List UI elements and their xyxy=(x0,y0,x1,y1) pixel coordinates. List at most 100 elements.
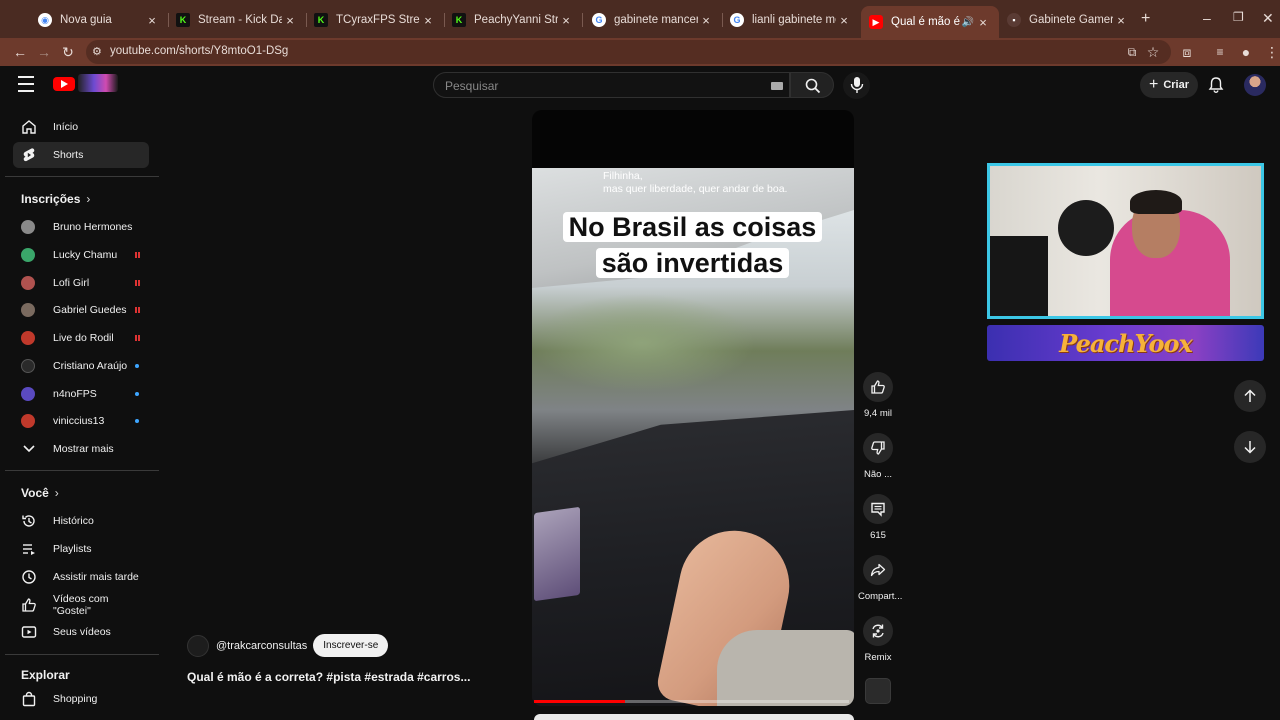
sidebar-item-inicio[interactable]: Início xyxy=(13,114,149,140)
minimize-icon[interactable]: – xyxy=(1203,10,1211,26)
close-icon[interactable]: × xyxy=(1113,13,1129,28)
address-bar[interactable]: ⚙ youtube.com/shorts/Y8mtoO1-DSg xyxy=(86,40,1171,64)
close-icon[interactable]: × xyxy=(558,13,574,28)
sidebar-item-videos-gostei[interactable]: Vídeos com "Gostei" xyxy=(13,592,149,618)
sidebar-item-gabriel-guedes[interactable]: Gabriel Guedes xyxy=(13,297,149,323)
share-button[interactable] xyxy=(863,555,893,585)
sidebar-item-assistir-mais-tarde[interactable]: Assistir mais tarde xyxy=(13,564,149,590)
restore-icon[interactable]: ❐ xyxy=(1233,10,1244,24)
share-icon xyxy=(870,563,886,577)
tab-kick-dashboard[interactable]: K Stream - Kick Dashboard × xyxy=(168,6,306,34)
youtube-logo-icon[interactable] xyxy=(53,77,75,91)
sidebar-item-viniccius13[interactable]: viniccius13 xyxy=(13,408,149,434)
channel-row: @trakcarconsultas Inscrever-se xyxy=(187,634,389,657)
video-progress-bar[interactable] xyxy=(534,700,849,703)
tab-lianli-gabinete[interactable]: G lianli gabinete modelo ev × xyxy=(722,6,860,34)
back-icon[interactable]: ← xyxy=(10,42,30,62)
show-more-button[interactable]: Mostrar mais xyxy=(13,436,149,462)
subscribe-button[interactable]: Inscrever-se xyxy=(313,634,389,657)
sidebar-item-playlists[interactable]: Playlists xyxy=(13,536,149,562)
media-control-icon[interactable]: ≡ xyxy=(1210,42,1230,62)
like-action[interactable]: 9,4 mil xyxy=(858,372,898,419)
close-icon[interactable]: × xyxy=(420,13,436,28)
sidebar-item-n4nofps[interactable]: n4noFPS xyxy=(13,381,149,407)
live-icon xyxy=(134,335,141,341)
tab-youtube-active[interactable]: ▶ Qual é mão é a corret 🔊 × xyxy=(861,6,999,38)
profile-icon[interactable]: ● xyxy=(1236,42,1256,62)
channel-name: Live do Rodil xyxy=(53,332,114,344)
search-box[interactable]: Pesquisar xyxy=(433,72,790,98)
like-button[interactable] xyxy=(863,372,893,402)
video-title[interactable]: Qual é mão é a correta? #pista #estrada … xyxy=(187,670,470,684)
close-icon[interactable]: × xyxy=(144,13,160,28)
sidebar-item-live-do-rodil[interactable]: Live do Rodil xyxy=(13,325,149,351)
live-icon xyxy=(134,307,141,313)
extensions-icon[interactable]: ⧈ xyxy=(1177,42,1197,62)
plus-icon: + xyxy=(1148,76,1159,93)
comments-action[interactable]: 615 xyxy=(858,494,898,541)
hamburger-menu-icon[interactable] xyxy=(18,76,40,92)
tab-tcyraxfps[interactable]: K TCyraxFPS Stream - Watc × xyxy=(306,6,444,34)
dislike-button[interactable] xyxy=(863,433,893,463)
sidebar-item-label: Assistir mais tarde xyxy=(53,571,139,583)
reload-icon[interactable]: ↻ xyxy=(58,42,78,62)
tab-peachyyanni[interactable]: K PeachyYanni Stream - Wa × xyxy=(444,6,582,34)
speaker-icon[interactable]: 🔊 xyxy=(961,17,975,28)
playlist-icon xyxy=(21,541,37,557)
dislike-action[interactable]: Não ... xyxy=(858,433,898,480)
sidebar-item-shopping[interactable]: Shopping xyxy=(13,686,149,712)
close-icon[interactable]: × xyxy=(698,13,714,28)
bookmark-star-icon[interactable]: ☆ xyxy=(1143,42,1163,62)
remix-button[interactable] xyxy=(863,616,893,646)
streamer-webcam xyxy=(987,163,1264,319)
tab-nova-guia[interactable]: ◉ Nova guia × xyxy=(30,6,168,34)
keyboard-icon[interactable] xyxy=(771,82,783,90)
sidebar-item-historico[interactable]: Histórico xyxy=(13,508,149,534)
account-avatar[interactable] xyxy=(1244,74,1266,96)
next-short-button[interactable] xyxy=(1234,431,1266,463)
doodle-logo-art[interactable] xyxy=(78,74,118,92)
sidebar: Início Shorts Inscrições › Bruno Hermones… xyxy=(0,104,160,720)
thumbs-down-icon xyxy=(871,441,885,455)
live-icon xyxy=(134,280,141,286)
install-app-icon[interactable]: ⧉ xyxy=(1122,42,1142,62)
video-caption-big: No Brasil as coisas são invertidas xyxy=(556,209,829,281)
close-icon[interactable]: × xyxy=(282,13,298,28)
channel-name[interactable]: @trakcarconsultas xyxy=(216,640,307,652)
comments-button[interactable] xyxy=(863,494,893,524)
remix-action[interactable]: Remix xyxy=(858,616,898,663)
sidebar-item-shorts[interactable]: Shorts xyxy=(13,142,149,168)
notifications-bell-icon[interactable] xyxy=(1207,76,1225,94)
close-window-icon[interactable]: ✕ xyxy=(1262,10,1274,27)
tab-gabinete-mancer[interactable]: G gabinete mancer cv 500 m × xyxy=(584,6,722,34)
audio-source-thumbnail[interactable] xyxy=(865,678,891,704)
close-icon[interactable]: × xyxy=(975,15,991,30)
tab-title: gabinete mancer cv 500 m xyxy=(614,14,698,26)
tab-gabinete-gamer[interactable]: ▪ Gabinete Gamer Lian Li O × xyxy=(999,6,1137,34)
next-short-preview xyxy=(534,714,854,720)
voice-search-button[interactable] xyxy=(843,72,870,99)
sidebar-item-seus-videos[interactable]: Seus vídeos xyxy=(13,619,149,645)
new-tab-icon[interactable]: + xyxy=(1141,10,1150,28)
sidebar-item-label: Seus vídeos xyxy=(53,626,111,638)
search-button[interactable] xyxy=(790,72,834,98)
browser-menu-icon[interactable]: ⋮ xyxy=(1262,42,1280,62)
you-header[interactable]: Você › xyxy=(21,486,59,500)
subscriptions-header[interactable]: Inscrições › xyxy=(21,192,90,206)
shorts-video-player[interactable]: Filhinha, mas quer liberdade, quer andar… xyxy=(532,110,854,706)
sidebar-item-lofi-girl[interactable]: Lofi Girl xyxy=(13,270,149,296)
shorts-icon xyxy=(21,147,37,163)
channel-avatar[interactable] xyxy=(187,634,209,657)
forward-icon[interactable]: → xyxy=(34,42,54,62)
sidebar-item-lucky-chamu[interactable]: Lucky Chamu xyxy=(13,242,149,268)
previous-short-button[interactable] xyxy=(1234,380,1266,412)
avatar xyxy=(21,276,35,290)
sidebar-item-label: Vídeos com "Gostei" xyxy=(53,593,109,617)
site-info-icon[interactable]: ⚙ xyxy=(92,45,106,59)
sidebar-item-cristiano-araujo[interactable]: Cristiano Araújo xyxy=(13,353,149,379)
share-action[interactable]: Compart... xyxy=(858,555,902,602)
create-button[interactable]: + Criar xyxy=(1140,72,1198,98)
close-icon[interactable]: × xyxy=(836,13,852,28)
channel-name: viniccius13 xyxy=(53,415,105,427)
sidebar-item-bruno-hermones[interactable]: Bruno Hermones xyxy=(13,214,149,240)
